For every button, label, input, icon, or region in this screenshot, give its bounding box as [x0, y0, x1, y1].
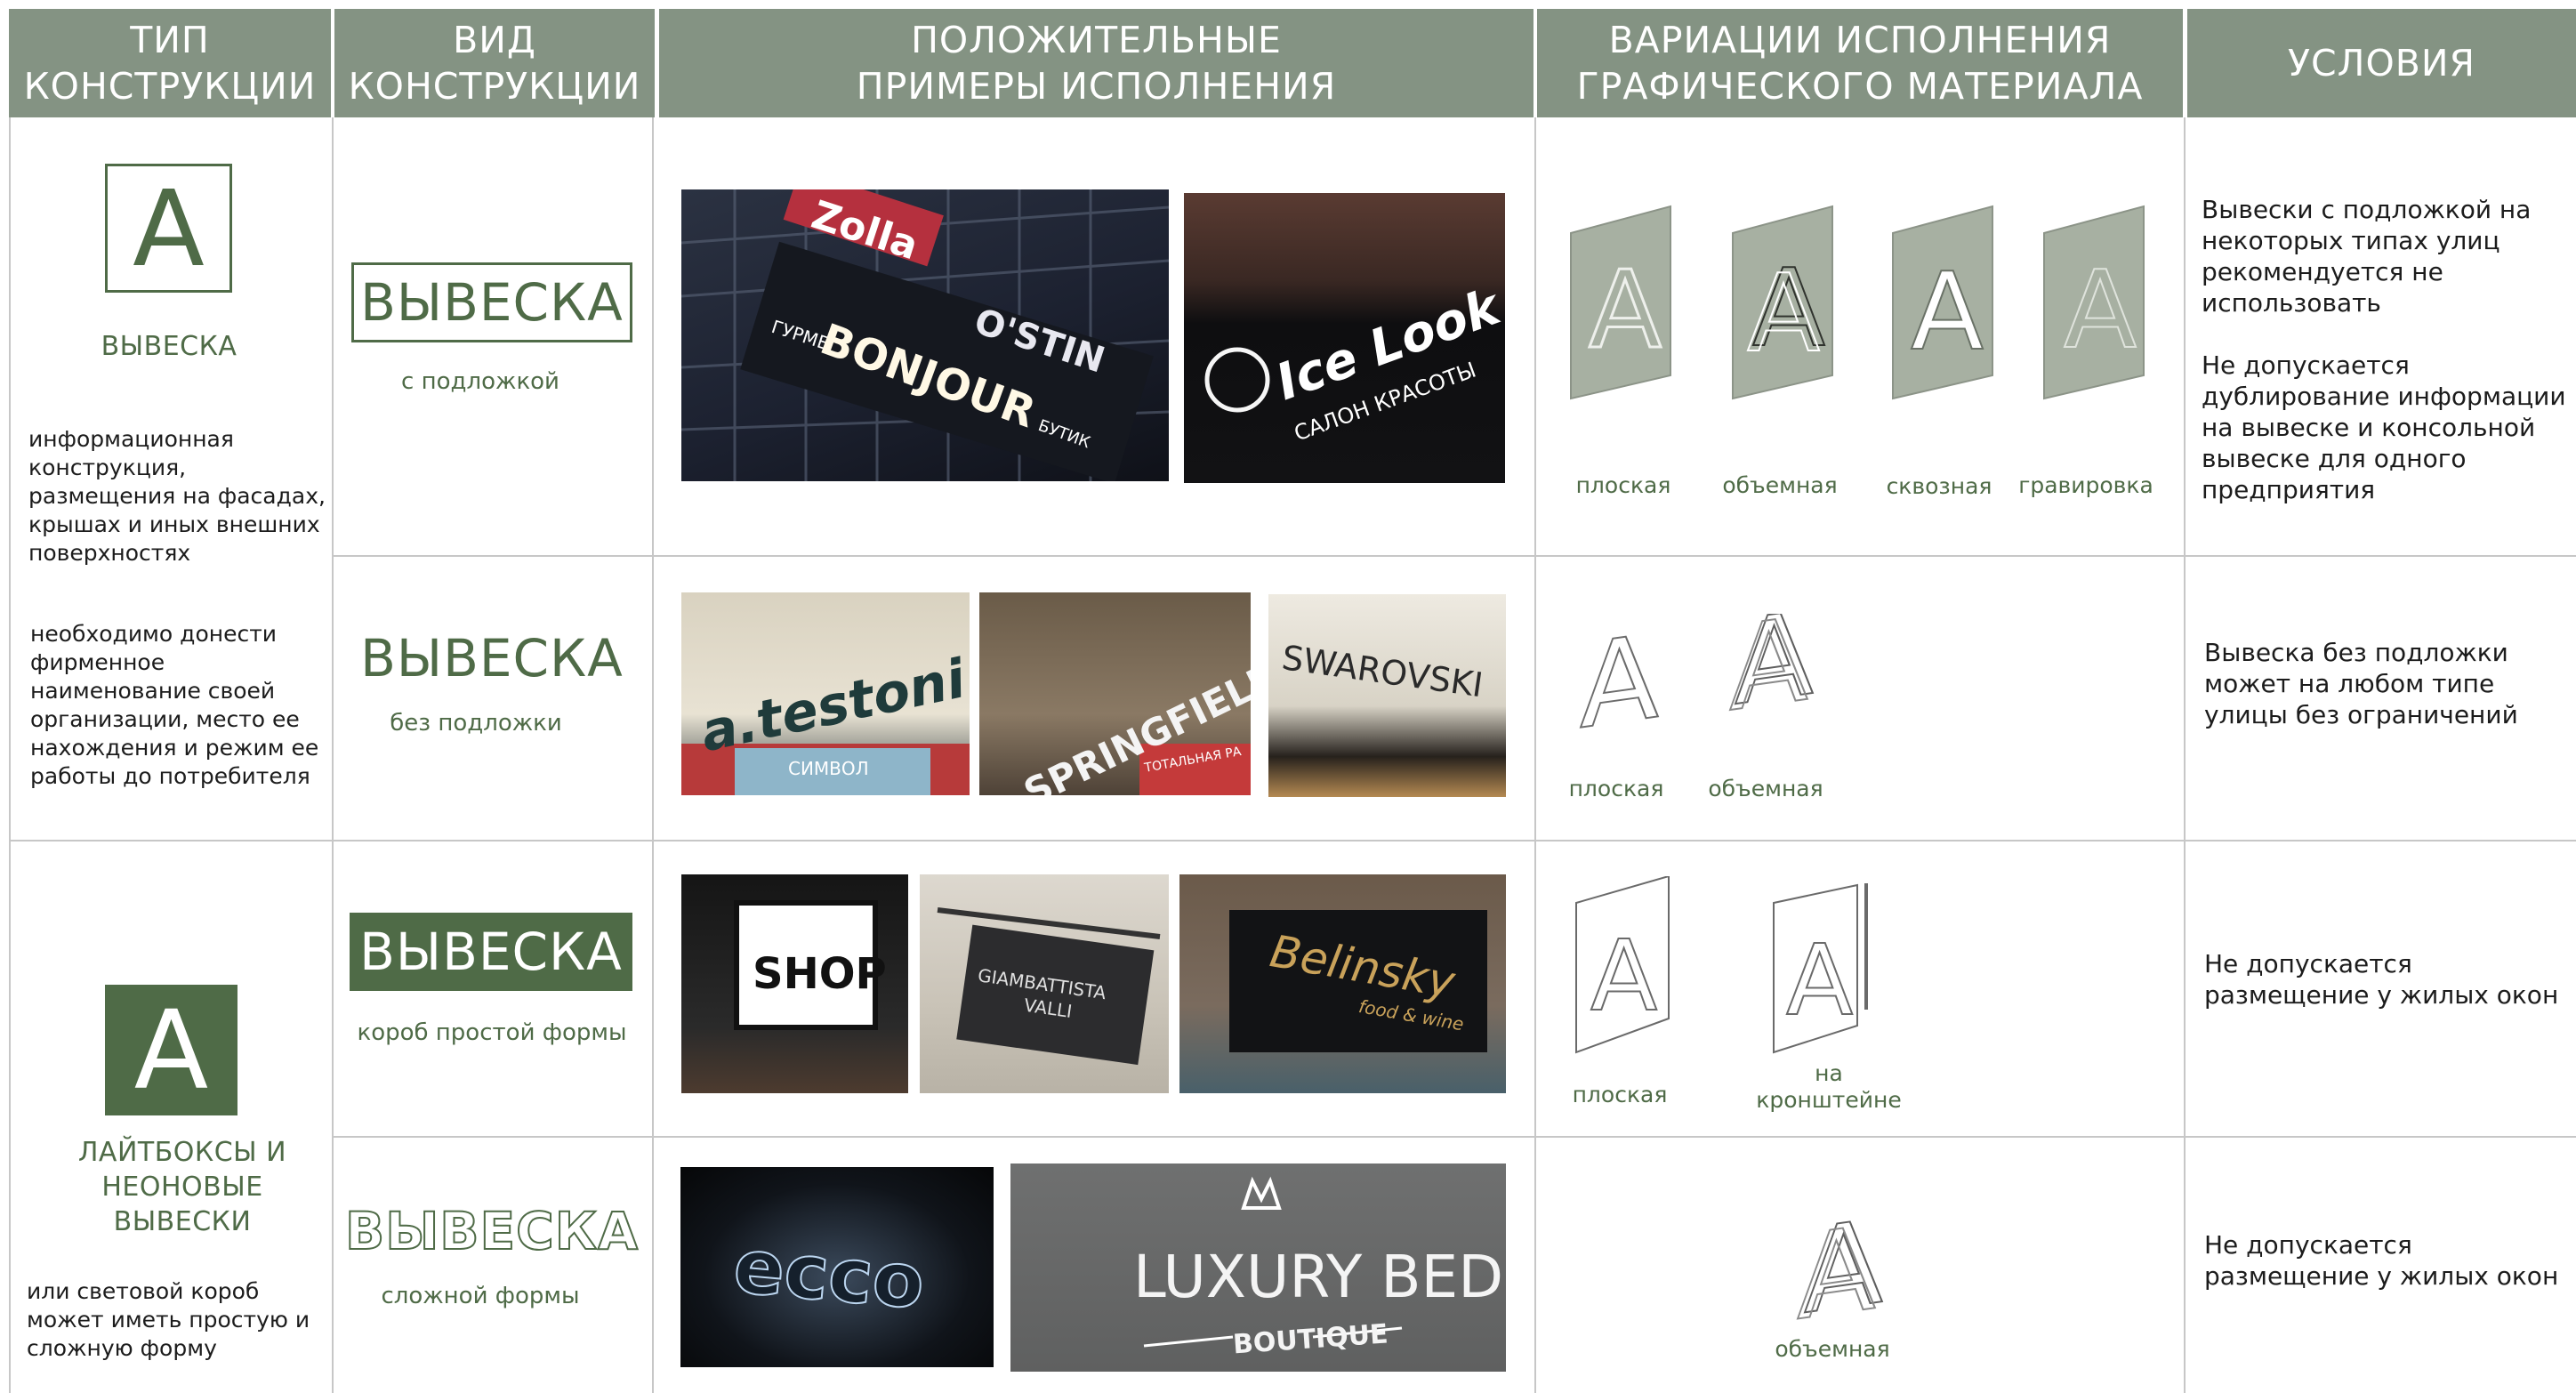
variation-label: на кронштейне — [1756, 1060, 1902, 1113]
header-variations: ВАРИАЦИИ ИСПОЛНЕНИЯ ГРАФИЧЕСКОГО МАТЕРИА… — [1537, 9, 2183, 117]
kind-sign-complex: ВЫВЕСКА — [344, 1200, 639, 1262]
grid-line — [9, 117, 11, 1393]
variation-through-icon: A — [1892, 205, 1993, 400]
photo-text: ecco — [730, 1222, 928, 1325]
example-photo-facade: Zolla O'STIN ГУРМЕ BONJOUR БУТИК — [681, 189, 1169, 481]
condition-text: Не допускается размещение у жилых окон — [2204, 949, 2559, 1010]
grid-line — [332, 1136, 2576, 1138]
type-a-outline-icon: А — [105, 164, 232, 293]
variation-volumetric-icon: A A — [1728, 584, 1815, 738]
header-type: ТИП КОНСТРУКЦИИ — [9, 9, 331, 117]
grid-line — [332, 555, 2576, 557]
variations-row-3: A A — [1573, 874, 1893, 1054]
condition-text: Вывеска без подложки может на любом типе… — [2204, 638, 2518, 729]
header-kind: ВИД КОНСТРУКЦИИ — [334, 9, 655, 117]
svg-text:A: A — [1911, 251, 1984, 374]
example-photo-luxury-beds: LUXURY BEDS BOUTIQUE — [1010, 1164, 1506, 1372]
photo-text: LUXURY BEDS — [1133, 1243, 1506, 1311]
example-photo-testoni: a.testoni СИМВОЛ — [681, 592, 970, 795]
condition-text: Не допускается дублирование информации н… — [2202, 350, 2566, 504]
svg-text:A: A — [1797, 1201, 1876, 1325]
variation-label: объемная — [1722, 472, 1838, 498]
type-label-signboard: ВЫВЕСКА — [101, 331, 237, 362]
example-photo-belinsky: Belinsky food & wine — [1179, 874, 1506, 1093]
condition-text: Не допускается размещение у жилых окон — [2204, 1230, 2559, 1291]
variation-engraving-icon: A — [2043, 205, 2145, 400]
type-label-lightbox: ЛАЙТБОКСЫ И НЕОНОВЫЕ ВЫВЕСКИ — [77, 1137, 287, 1237]
crown-icon — [1241, 1176, 1282, 1210]
variation-volumetric-icon: A A — [1796, 1194, 1884, 1348]
variations-row-2: A A A — [1566, 584, 1832, 756]
variation-label: объемная — [1708, 776, 1823, 801]
kind-sub-label: сложной формы — [381, 1283, 580, 1309]
photo-text: BOUTIQUE — [1232, 1318, 1389, 1360]
svg-text:A: A — [1589, 249, 1662, 373]
photo-text: СИМВОЛ — [788, 758, 869, 779]
type-description: информационная конструкция, размещения н… — [28, 426, 326, 566]
example-photo-swarovski: SWAROVSKI — [1268, 594, 1506, 797]
example-photo-giambattista: GIAMBATTISTA VALLI — [920, 874, 1169, 1093]
variation-bracket-icon: A — [1773, 883, 1868, 1054]
kind-sub-label: короб простой формы — [357, 1019, 627, 1046]
svg-text:A: A — [1747, 253, 1820, 376]
condition-text: Вывески с подложкой на некоторых типах у… — [2202, 195, 2532, 318]
variation-label: плоская — [1572, 1082, 1668, 1107]
variation-label: плоская — [1575, 472, 1671, 498]
grid-line — [652, 117, 654, 1393]
kind-sub-label: без подложки — [390, 710, 562, 737]
svg-text:A: A — [2064, 249, 2137, 373]
svg-text:A: A — [1580, 614, 1659, 738]
example-photo-salon: Ice Look САЛОН КРАСОТЫ — [1184, 193, 1505, 483]
example-photo-springfield: SPRINGFIELD ТОТАЛЬНАЯ РА — [979, 592, 1251, 795]
variation-flat-icon: A — [1579, 608, 1660, 756]
variation-flat-icon: A — [1570, 205, 1671, 400]
kind-sign-without-backing: ВЫВЕСКА — [360, 628, 624, 688]
type-a-filled-icon: А — [105, 985, 237, 1115]
type-letter: А — [133, 166, 205, 290]
svg-text:A: A — [1590, 919, 1657, 1033]
grid-line — [9, 840, 2576, 841]
svg-text:A: A — [1729, 614, 1808, 737]
photo-text: SHOP — [753, 949, 887, 999]
grid-line — [1534, 117, 1536, 1393]
type-purpose: необходимо донести фирменное наименовани… — [30, 621, 319, 789]
kind-sub-label: с подложкой — [401, 368, 559, 395]
variation-label: объемная — [1775, 1336, 1890, 1362]
variations-row-4: A A — [1788, 1194, 1895, 1348]
variation-volumetric-icon: A A — [1732, 205, 1833, 400]
type-letter: А — [133, 986, 209, 1114]
variations-row-1: A A A A A — [1564, 197, 2186, 402]
svg-text:A: A — [1786, 923, 1853, 1037]
variation-label: гравировка — [2018, 472, 2153, 498]
header-conditions: УСЛОВИЯ — [2187, 9, 2576, 117]
kind-sign-box: ВЫВЕСКА — [350, 913, 632, 991]
type-description: или световой короб может иметь простую и… — [27, 1278, 310, 1361]
variation-label: плоская — [1568, 776, 1664, 801]
variation-flat-icon: A — [1575, 874, 1670, 1054]
kind-sign-with-backing: ВЫВЕСКА — [351, 262, 632, 342]
example-photo-ecco: ecco — [680, 1167, 994, 1367]
header-examples: ПОЛОЖИТЕЛЬНЫЕ ПРИМЕРЫ ИСПОЛНЕНИЯ — [659, 9, 1534, 117]
example-photo-shop: SHOP — [681, 874, 908, 1093]
photo-text: SWAROVSKI — [1279, 638, 1485, 705]
variation-label: сквозная — [1886, 473, 1992, 499]
